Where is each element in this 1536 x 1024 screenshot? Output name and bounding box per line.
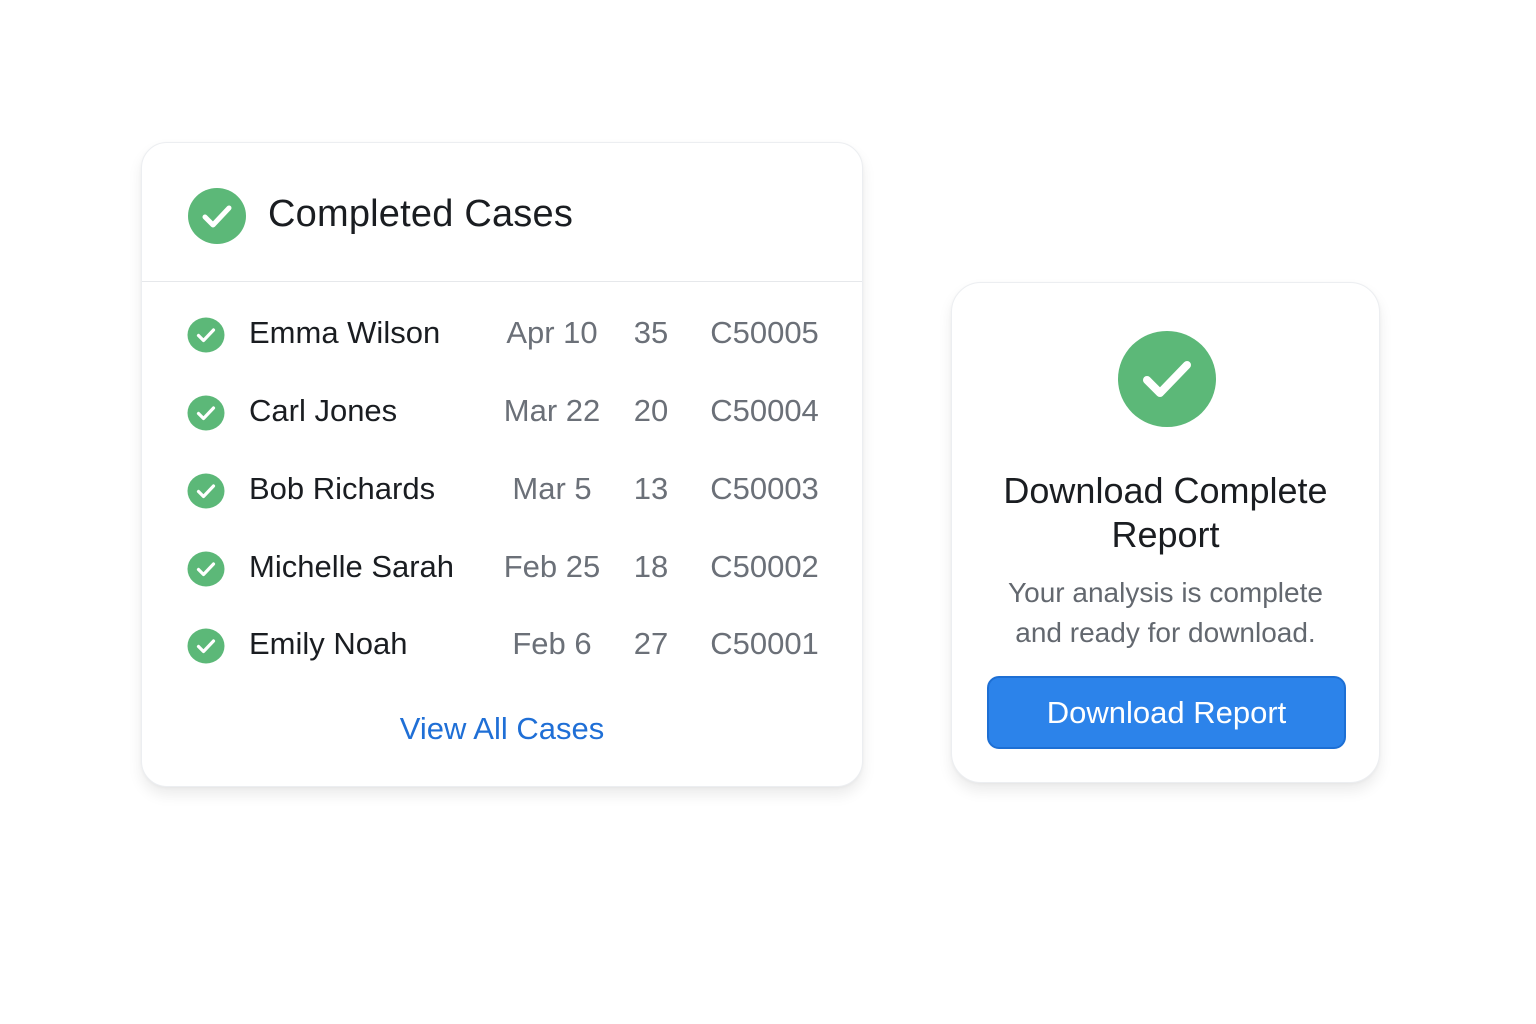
case-date: Mar 22 bbox=[503, 393, 601, 428]
completed-cases-card: Completed Cases Emma Wilson Apr 10 35 C5… bbox=[141, 142, 863, 787]
case-date: Mar 5 bbox=[512, 471, 592, 506]
cases-card-header: Completed Cases bbox=[142, 143, 862, 282]
case-id: C50005 bbox=[710, 315, 819, 350]
download-card-title: Download Complete Report bbox=[952, 469, 1379, 557]
check-circle-icon bbox=[187, 551, 225, 587]
check-circle-icon bbox=[188, 188, 246, 244]
download-title-line: Download Complete bbox=[1003, 470, 1328, 511]
check-circle-icon bbox=[187, 628, 225, 664]
download-card-description: Your analysis is complete and ready for … bbox=[952, 573, 1379, 653]
case-count: 20 bbox=[633, 393, 669, 428]
download-desc-line: Your analysis is complete bbox=[1008, 577, 1323, 608]
case-row[interactable]: Michelle Sarah Feb 25 18 C50002 bbox=[142, 539, 862, 599]
case-id: C50003 bbox=[710, 471, 819, 506]
check-circle-icon bbox=[1118, 331, 1216, 427]
case-date: Feb 25 bbox=[503, 549, 601, 584]
case-row[interactable]: Emma Wilson Apr 10 35 C50005 bbox=[142, 305, 862, 365]
check-circle-icon bbox=[187, 473, 225, 509]
case-name: Michelle Sarah bbox=[249, 549, 455, 584]
case-name: Carl Jones bbox=[249, 393, 398, 428]
download-report-card: Download Complete Report Your analysis i… bbox=[951, 282, 1380, 783]
case-date: Feb 6 bbox=[512, 626, 592, 661]
check-circle-icon bbox=[187, 395, 225, 431]
case-id: C50001 bbox=[710, 626, 819, 661]
case-name: Emma Wilson bbox=[249, 315, 441, 350]
case-row[interactable]: Carl Jones Mar 22 20 C50004 bbox=[142, 383, 862, 443]
case-id: C50004 bbox=[710, 393, 819, 428]
case-count: 35 bbox=[633, 315, 669, 350]
cases-card-title: Completed Cases bbox=[268, 193, 574, 235]
download-title-line: Report bbox=[1111, 514, 1220, 555]
case-count: 18 bbox=[633, 549, 669, 584]
case-count: 13 bbox=[633, 471, 669, 506]
case-date: Apr 10 bbox=[506, 315, 598, 350]
download-report-button[interactable]: Download Report bbox=[987, 676, 1346, 749]
view-all-cases-link[interactable]: View All Cases bbox=[142, 711, 862, 747]
download-desc-line: and ready for download. bbox=[1015, 617, 1316, 648]
case-row[interactable]: Emily Noah Feb 6 27 C50001 bbox=[142, 616, 862, 676]
case-name: Bob Richards bbox=[249, 471, 436, 506]
check-circle-icon bbox=[187, 317, 225, 353]
case-row[interactable]: Bob Richards Mar 5 13 C50003 bbox=[142, 461, 862, 521]
case-id: C50002 bbox=[710, 549, 819, 584]
page: Completed Cases Emma Wilson Apr 10 35 C5… bbox=[0, 0, 1536, 1024]
case-name: Emily Noah bbox=[249, 626, 408, 661]
case-count: 27 bbox=[633, 626, 669, 661]
